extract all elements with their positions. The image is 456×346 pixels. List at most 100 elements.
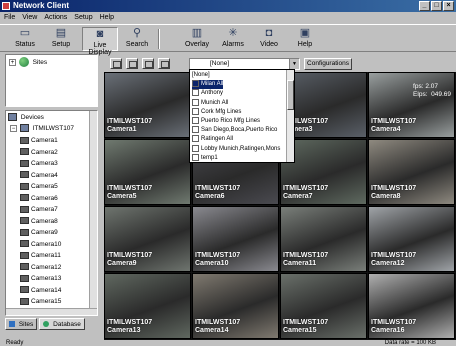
setup-button-label: Setup [51, 41, 71, 48]
tree-item-camera[interactable]: Camera11 [20, 250, 61, 261]
tab-sites[interactable]: Sites [5, 318, 38, 330]
tree-item-camera[interactable]: Camera7 [20, 204, 58, 215]
dropdown-option[interactable]: [None] [192, 71, 286, 80]
camera-tile-label: ITMILWST107 Camera10 [195, 252, 241, 267]
camera-icon [20, 228, 29, 236]
camera-tile[interactable]: ITMILWST107 Camera4 fps: 2.07 Elps: 049.69 [368, 72, 455, 138]
layout-2x2-button[interactable] [126, 58, 138, 69]
layout-1x1-button[interactable] [110, 58, 122, 69]
video-button[interactable]: ◘ Video [254, 27, 284, 51]
tab-database[interactable]: Database [39, 318, 85, 330]
tree-item-camera[interactable]: Camera13 [20, 273, 61, 284]
tree-item-camera[interactable]: Camera8 [20, 216, 58, 227]
camera-tile-label: ITMILWST107 Camera8 [371, 185, 417, 200]
search-button[interactable]: ⚲ Search [122, 27, 152, 51]
camera-tile-label: ITMILWST107 Camera11 [283, 252, 329, 267]
tree-item-camera[interactable]: Camera3 [20, 158, 58, 169]
devices-horizontal-scrollbar[interactable] [6, 308, 97, 315]
tree-item-camera[interactable]: Camera6 [20, 193, 58, 204]
layout-3x3-button[interactable] [142, 58, 154, 69]
tab-database-label: Database [53, 321, 81, 328]
dropdown-option[interactable]: temp1 [192, 153, 286, 163]
devices-vertical-scrollbar[interactable] [89, 111, 97, 315]
menu-help[interactable]: Help [100, 12, 114, 23]
sites-tree[interactable]: + Sites [5, 54, 98, 107]
camera-label: Camera12 [31, 263, 62, 271]
dropdown-option-label: Puerto Rico Mfg Lines [201, 118, 261, 125]
toolbar: ▭ Status ▤ Setup ◙ Live Display ⚲ Search… [0, 24, 456, 56]
camera-tile[interactable]: ITMILWST107 Camera14 [192, 273, 279, 339]
tree-item-camera[interactable]: Camera15 [20, 296, 61, 307]
dropdown-option[interactable]: Ratingen All [192, 135, 286, 144]
tree-item-camera[interactable]: Camera9 [20, 227, 58, 238]
tree-item-server[interactable]: − ITMILWST107 [10, 123, 74, 134]
overlay-button[interactable]: ▥ Overlay [182, 27, 212, 51]
camera-tile-label: ITMILWST107 Camera13 [107, 319, 153, 334]
close-button[interactable]: × [443, 1, 454, 11]
configurations-button[interactable]: Configurations [304, 58, 352, 70]
tree-item-camera[interactable]: Camera14 [20, 285, 61, 296]
view-config-dropdown[interactable]: [None] Milan All Anthony Munich All Cork Mfg… [189, 69, 295, 163]
dropdown-option[interactable]: Cork Mfg Lines [192, 107, 286, 117]
maximize-button[interactable]: □ [431, 1, 442, 11]
camera-icon [20, 263, 29, 271]
camera-tile[interactable]: ITMILWST107 Camera9 [104, 206, 191, 272]
help-button[interactable]: ▣ Help [290, 27, 320, 51]
camera-tile[interactable]: ITMILWST107 Camera16 [368, 273, 455, 339]
camera-icon [20, 217, 29, 225]
status-button[interactable]: ▭ Status [10, 27, 40, 51]
collapse-icon[interactable]: − [10, 124, 17, 132]
dropdown-scrollbar[interactable] [286, 70, 294, 162]
camera-tile[interactable]: ITMILWST107 Camera8 [368, 139, 455, 205]
dropdown-option[interactable]: Puerto Rico Mfg Lines [192, 117, 286, 126]
alarm-icon: ✳ [228, 27, 238, 39]
video-button-label: Video [260, 41, 278, 48]
camera-tile[interactable]: ITMILWST107 Camera1 [104, 72, 191, 138]
alarms-button[interactable]: ✳ Alarms [218, 27, 248, 51]
menu-setup[interactable]: Setup [74, 12, 92, 23]
expand-icon[interactable]: + [9, 58, 16, 66]
camera-tile[interactable]: ITMILWST107 Camera13 [104, 273, 191, 339]
minimize-button[interactable]: _ [419, 1, 430, 11]
dropdown-option[interactable]: Anthony [192, 89, 286, 98]
layout-icon [192, 126, 199, 134]
dropdown-option-label: Ratingen All [201, 136, 234, 143]
dropdown-option[interactable]: Milan All [192, 80, 224, 90]
tree-item-camera[interactable]: Camera1 [20, 135, 58, 146]
live-display-button[interactable]: ◙ Live Display [82, 27, 118, 56]
tree-item-camera[interactable]: Camera2 [20, 147, 58, 158]
tree-item-devices[interactable]: Devices [8, 112, 44, 123]
overlay-button-label: Overlay [184, 41, 210, 48]
camera-tile[interactable]: ITMILWST107 Camera12 [368, 206, 455, 272]
tree-item-camera[interactable]: Camera5 [20, 181, 58, 192]
form-icon: ▤ [55, 27, 67, 39]
chevron-down-icon[interactable]: ▼ [289, 59, 299, 69]
layout-icon [192, 117, 199, 124]
camera-tile[interactable]: ITMILWST107 Camera15 [280, 273, 367, 339]
status-text: Ready [6, 340, 24, 346]
dropdown-scroll-thumb[interactable] [287, 80, 294, 110]
setup-button[interactable]: ▤ Setup [46, 27, 76, 51]
camera-tile[interactable]: ITMILWST107 Camera11 [280, 206, 367, 272]
camera-tile[interactable]: ITMILWST107 Camera5 [104, 139, 191, 205]
menu-file[interactable]: File [4, 12, 15, 23]
video-camera-icon: ◘ [265, 27, 273, 39]
menu-actions[interactable]: Actions [44, 12, 67, 23]
monitor-icon: ▭ [19, 27, 31, 39]
tree-item-sites[interactable]: + Sites [9, 57, 47, 68]
tree-item-camera[interactable]: Camera4 [20, 170, 58, 181]
dropdown-option[interactable]: Munich All [192, 98, 286, 108]
menu-view[interactable]: View [22, 12, 37, 23]
dropdown-option[interactable]: San Diego,Boca,Puerto Rico [192, 126, 286, 135]
dropdown-option-label: San Diego,Boca,Puerto Rico [201, 127, 278, 134]
search-button-label: Search [125, 41, 149, 48]
camera-tile-label: ITMILWST107 Camera14 [195, 319, 241, 334]
tree-item-camera[interactable]: Camera12 [20, 262, 61, 273]
devices-tree[interactable]: Devices − ITMILWST107 Camera1 Camera2 Came… [5, 110, 98, 316]
dropdown-option[interactable]: Lobby Munich,Ratingen,Mons [192, 144, 286, 154]
camera-label: Camera4 [31, 171, 58, 179]
camera-tile[interactable]: ITMILWST107 Camera10 [192, 206, 279, 272]
tree-item-camera[interactable]: Camera10 [20, 239, 61, 250]
layout-4x4-button[interactable] [158, 58, 170, 69]
camera-icon [20, 159, 29, 167]
